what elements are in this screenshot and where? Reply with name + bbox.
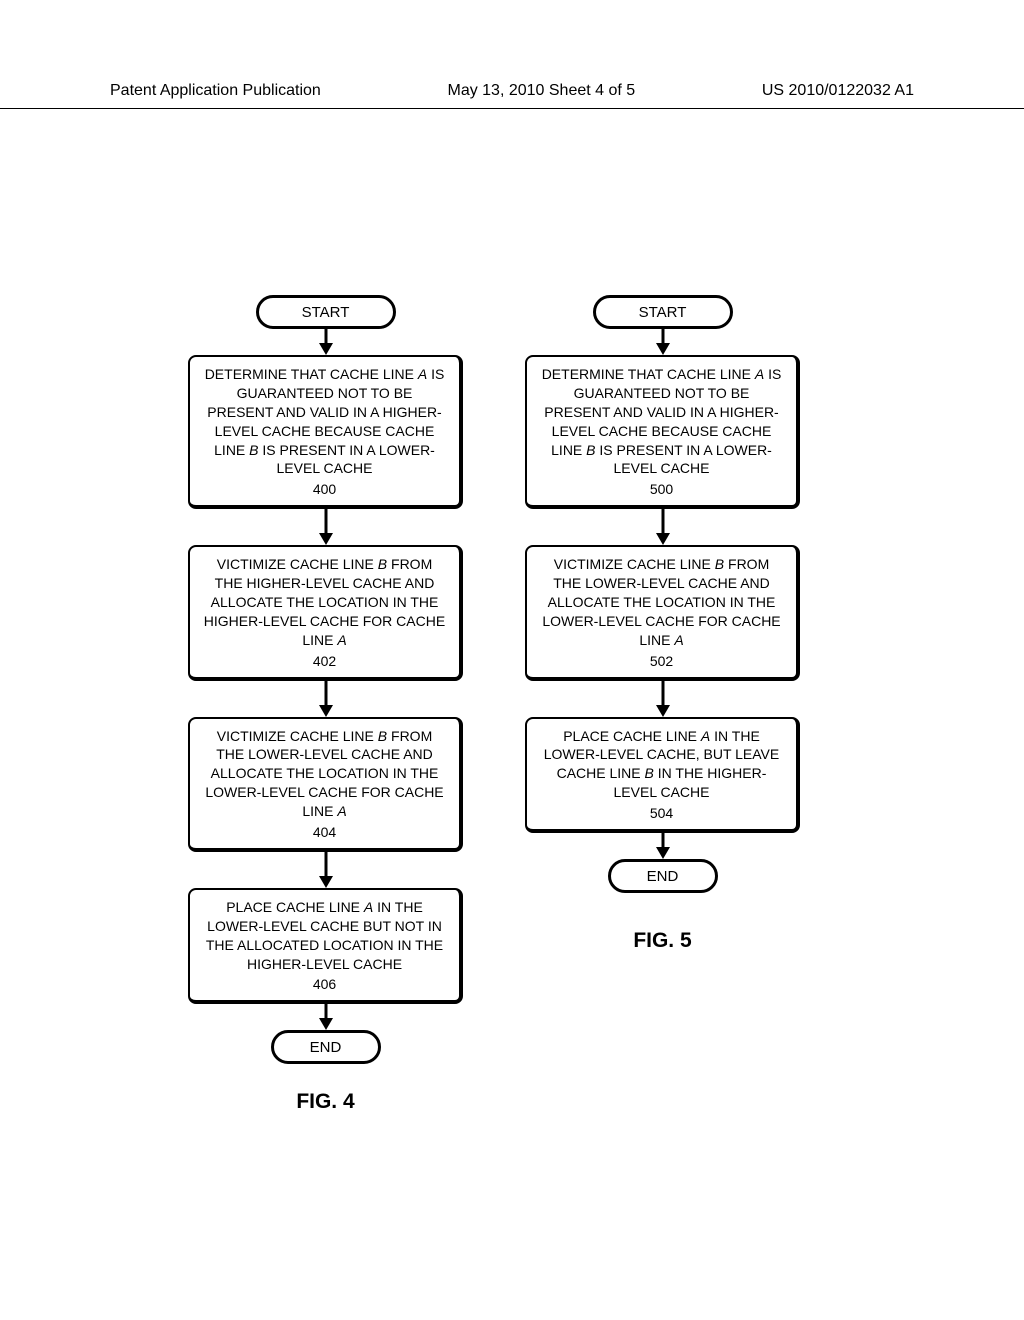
fig4-start-terminator: START	[256, 295, 396, 329]
start-label: START	[302, 304, 350, 321]
fig4-box-400: DETERMINE THAT CACHE LINE A IS GUARANTEE…	[188, 355, 463, 509]
arrow	[316, 681, 336, 717]
fig4-label: FIG. 4	[188, 1090, 463, 1114]
fig4-box-406: PLACE CACHE LINE A IN THE LOWER-LEVEL CA…	[188, 888, 463, 1004]
fig5-box-504: PLACE CACHE LINE A IN THE LOWER-LEVEL CA…	[525, 717, 800, 833]
arrow	[316, 329, 336, 355]
header-right: US 2010/0122032 A1	[762, 82, 914, 100]
arrow	[653, 329, 673, 355]
header-center: May 13, 2010 Sheet 4 of 5	[447, 82, 635, 100]
box-number: 404	[200, 823, 449, 842]
box-number: 504	[537, 804, 786, 823]
header-left: Patent Application Publication	[110, 82, 321, 100]
fig4-flowchart: START DETERMINE THAT CACHE LINE A IS GUA…	[188, 295, 463, 1114]
arrow	[316, 1004, 336, 1030]
arrow	[316, 509, 336, 545]
box-number: 400	[200, 480, 449, 499]
start-label: START	[639, 304, 687, 321]
fig5-box-502: VICTIMIZE CACHE LINE B FROM THE LOWER-LE…	[525, 545, 800, 680]
box-number: 500	[537, 480, 786, 499]
arrow	[653, 833, 673, 859]
header: Patent Application Publication May 13, 2…	[0, 82, 1024, 109]
end-label: END	[647, 868, 679, 885]
fig5-start-terminator: START	[593, 295, 733, 329]
fig5-box-500: DETERMINE THAT CACHE LINE A IS GUARANTEE…	[525, 355, 800, 509]
box-number: 402	[200, 652, 449, 671]
fig4-box-404: VICTIMIZE CACHE LINE B FROM THE LOWER-LE…	[188, 717, 463, 852]
box-number: 502	[537, 652, 786, 671]
page-area: START DETERMINE THAT CACHE LINE A IS GUA…	[0, 120, 1024, 1300]
arrow	[653, 681, 673, 717]
arrow	[316, 852, 336, 888]
fig4-end-terminator: END	[271, 1030, 381, 1064]
fig4-box-402: VICTIMIZE CACHE LINE B FROM THE HIGHER-L…	[188, 545, 463, 680]
arrow	[653, 509, 673, 545]
fig5-label: FIG. 5	[525, 929, 800, 953]
fig5-flowchart: START DETERMINE THAT CACHE LINE A IS GUA…	[525, 295, 800, 953]
end-label: END	[310, 1039, 342, 1056]
box-number: 406	[200, 975, 449, 994]
fig5-end-terminator: END	[608, 859, 718, 893]
